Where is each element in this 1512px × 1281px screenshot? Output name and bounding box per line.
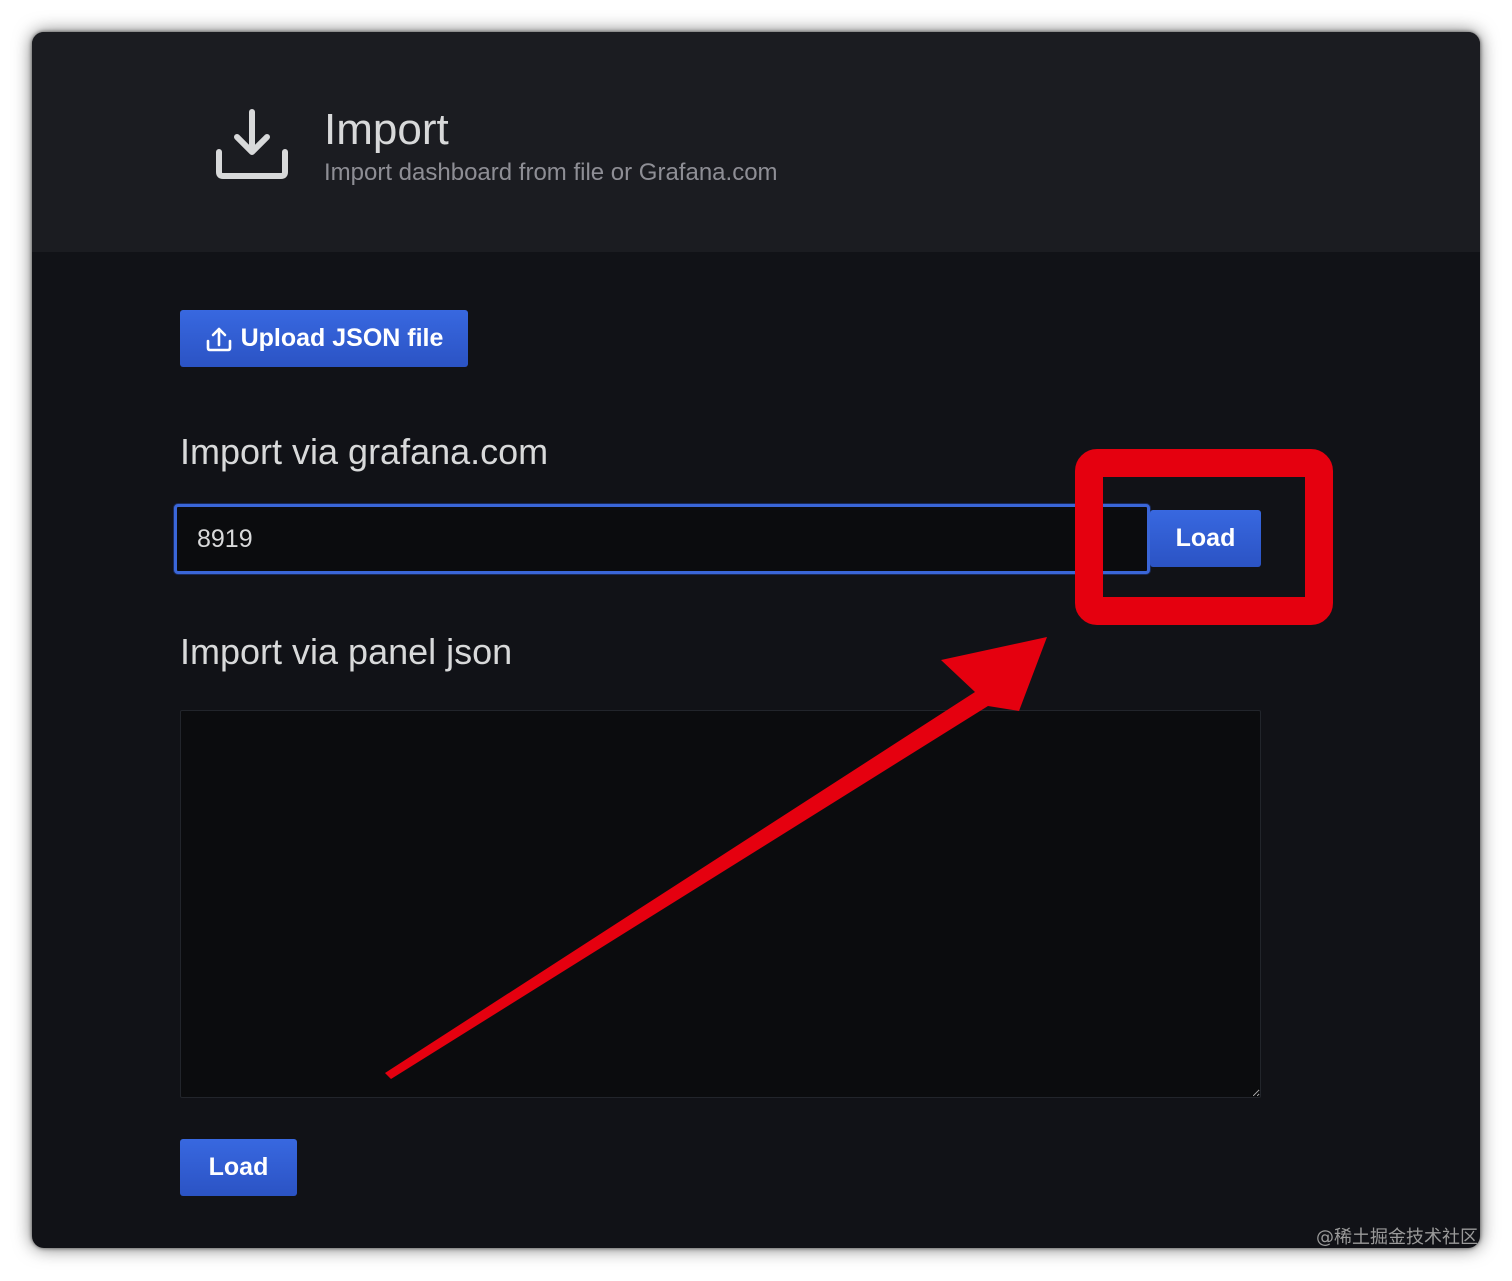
page-title: Import	[324, 105, 449, 154]
download-icon	[216, 109, 288, 179]
upload-json-label: Upload JSON file	[240, 324, 444, 352]
panel-json-load-button[interactable]: Load	[180, 1139, 297, 1196]
grafana-com-id-input[interactable]	[174, 504, 1150, 574]
page-header: Import Import dashboard from file or Gra…	[32, 32, 1480, 252]
upload-icon	[206, 327, 231, 351]
grafana-com-load-button[interactable]: Load	[1150, 510, 1261, 567]
import-page: Import Import dashboard from file or Gra…	[32, 32, 1480, 1248]
import-panel-json-title: Import via panel json	[180, 631, 513, 672]
panel-json-textarea[interactable]	[180, 710, 1261, 1098]
import-grafana-com-title: Import via grafana.com	[180, 431, 549, 472]
upload-json-button[interactable]: Upload JSON file	[180, 310, 468, 367]
watermark: @稀土掘金技术社区	[1316, 1227, 1478, 1248]
page-subtitle: Import dashboard from file or Grafana.co…	[324, 159, 778, 186]
